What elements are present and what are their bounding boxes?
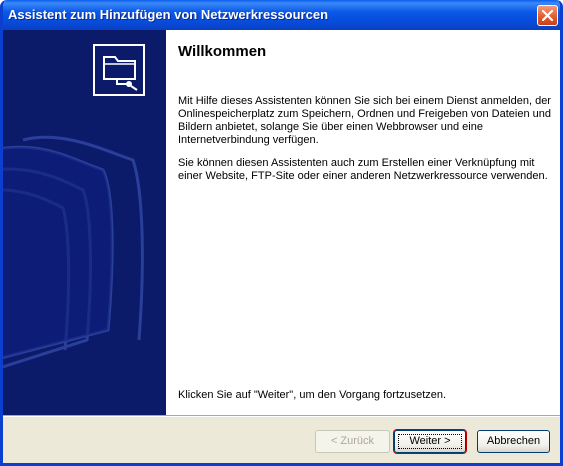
next-button[interactable]: Weiter > xyxy=(394,430,466,453)
secondary-paragraph: Sie können diesen Assistenten auch zum E… xyxy=(178,157,548,182)
wizard-sidebar xyxy=(3,30,166,415)
close-icon xyxy=(542,10,553,21)
footer-divider xyxy=(3,415,560,417)
close-button[interactable] xyxy=(537,5,558,26)
wizard-content: Willkommen Mit Hilfe dieses Assistenten … xyxy=(166,30,560,415)
intro-paragraph: Mit Hilfe dieses Assistenten können Sie … xyxy=(178,95,552,146)
wizard-window: Assistent zum Hinzufügen von Netzwerkres… xyxy=(0,0,563,466)
cancel-button[interactable]: Abbrechen xyxy=(477,430,550,453)
next-button-label: Weiter > xyxy=(395,431,465,452)
continue-hint: Klicken Sie auf "Weiter", um den Vorgang… xyxy=(178,389,447,401)
network-folder-icon xyxy=(93,44,145,96)
title-bar[interactable]: Assistent zum Hinzufügen von Netzwerkres… xyxy=(3,0,560,30)
folder-watermark-graphic xyxy=(3,135,144,369)
back-button[interactable]: < Zurück xyxy=(315,430,390,453)
window-title: Assistent zum Hinzufügen von Netzwerkres… xyxy=(8,7,329,22)
page-title: Willkommen xyxy=(178,43,267,60)
